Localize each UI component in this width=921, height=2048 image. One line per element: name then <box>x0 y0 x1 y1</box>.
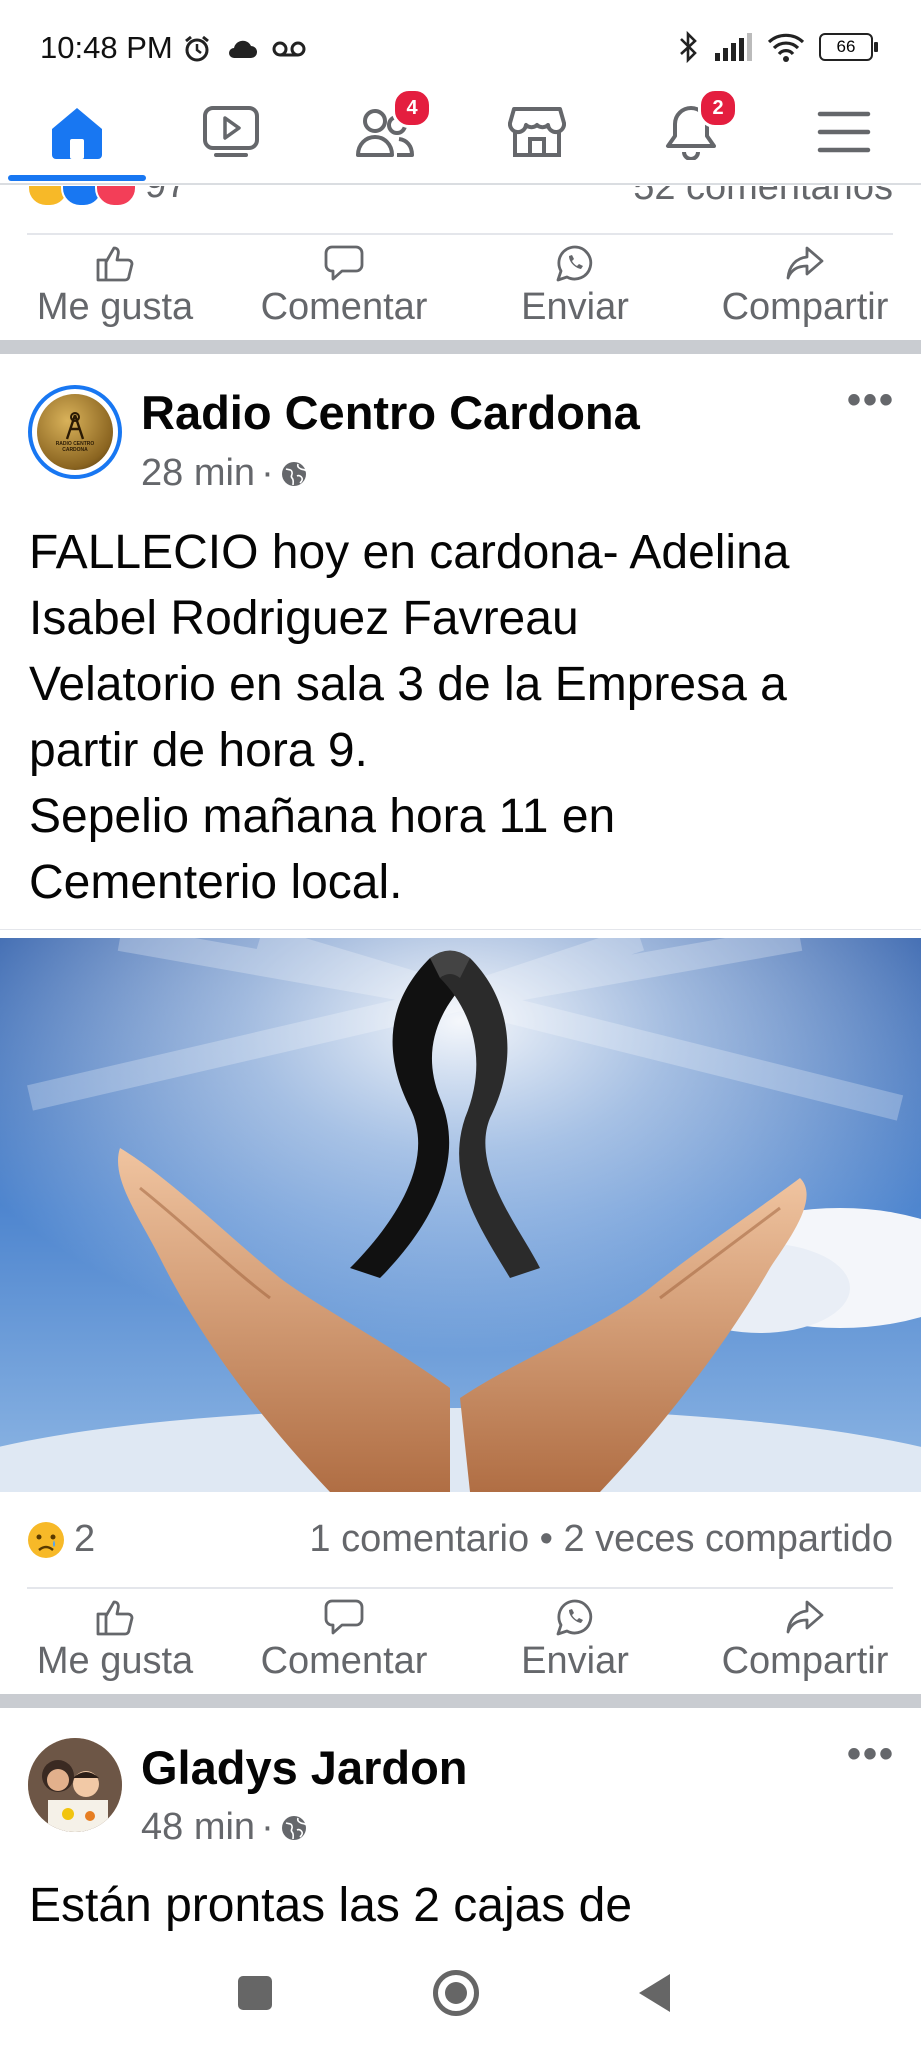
post2-more-button[interactable]: ••• <box>847 1732 895 1777</box>
post1-send-button[interactable]: Enviar <box>465 1598 685 1683</box>
cloud-icon <box>229 40 257 58</box>
post1-stats[interactable]: 1 comentario • 2 veces compartido <box>309 1518 893 1561</box>
like-icon <box>96 1600 134 1636</box>
globe-icon <box>281 1815 307 1840</box>
notifications-badge: 2 <box>698 88 738 128</box>
post1-share-button[interactable]: Compartir <box>695 1598 915 1683</box>
love-reaction-icon <box>95 186 137 207</box>
post1-avatar[interactable]: RADIO CENTRO CARDONA <box>28 385 122 479</box>
tab-friends[interactable]: 4 <box>308 80 462 184</box>
voicemail-icon <box>272 41 306 57</box>
sad-reaction-icon <box>28 1521 64 1558</box>
prev-divider <box>27 233 893 235</box>
post1-reactions[interactable]: 2 <box>26 1518 95 1561</box>
prev-like-button[interactable]: Me gusta <box>5 244 225 329</box>
status-time: 10:48 PM <box>40 30 173 65</box>
prev-comment-button[interactable]: Comentar <box>234 244 454 329</box>
post1-image[interactable] <box>0 938 921 1492</box>
marketplace-icon <box>508 107 566 157</box>
tab-home[interactable] <box>0 80 154 184</box>
post1-time[interactable]: 28 min <box>141 452 255 495</box>
mourning-ribbon-hands-image <box>0 938 921 1492</box>
wifi-icon <box>767 33 805 62</box>
whatsapp-icon <box>556 245 593 282</box>
top-nav: 4 2 <box>0 80 921 184</box>
recents-button[interactable] <box>238 1976 272 2010</box>
prev-share-button[interactable]: Compartir <box>695 244 915 329</box>
prev-reactions[interactable]: 97 <box>27 186 187 207</box>
tab-marketplace[interactable] <box>460 80 614 184</box>
post-separator <box>0 340 921 354</box>
post-separator <box>0 1694 921 1708</box>
nav-divider <box>0 183 921 185</box>
globe-icon <box>281 461 307 486</box>
comment-icon <box>324 1599 364 1635</box>
post2-time[interactable]: 48 min <box>141 1806 255 1849</box>
comment-label: Comentar <box>260 1640 428 1682</box>
prev-post-summary: 97 52 comentarios <box>0 186 921 216</box>
send-label: Enviar <box>521 286 629 328</box>
alarm-icon <box>185 35 209 62</box>
share-icon <box>786 1600 824 1634</box>
tab-menu[interactable] <box>767 80 921 184</box>
radio-logo-text: RADIO CENTRO CARDONA <box>55 441 95 453</box>
comment-icon <box>324 245 364 281</box>
comment-label: Comentar <box>260 286 428 328</box>
share-label: Compartir <box>721 1640 889 1682</box>
tab-notifications[interactable]: 2 <box>614 80 768 184</box>
post1-comment-button[interactable]: Comentar <box>234 1598 454 1683</box>
post1-divider <box>27 1587 893 1589</box>
home-icon <box>52 108 102 159</box>
post1-reaction-count: 2 <box>74 1518 96 1560</box>
signal-icon <box>715 33 752 61</box>
menu-icon <box>817 111 871 153</box>
like-label: Me gusta <box>36 286 194 328</box>
status-icons-left <box>182 34 306 64</box>
post1-meta: 28 min · <box>141 452 308 495</box>
home-button[interactable] <box>433 1970 479 2016</box>
prev-send-button[interactable]: Enviar <box>465 244 685 329</box>
active-tab-indicator <box>8 175 146 181</box>
whatsapp-icon <box>556 1599 593 1636</box>
like-icon <box>96 246 134 282</box>
post2-text: Están prontas las 2 cajas de <box>29 1879 633 1932</box>
like-label: Me gusta <box>36 1640 194 1682</box>
post1-like-button[interactable]: Me gusta <box>5 1598 225 1683</box>
meta-dot: · <box>261 452 274 494</box>
battery-icon: 66 <box>819 33 878 61</box>
prev-action-bar: Me gusta Comentar Enviar Compartir <box>0 244 921 336</box>
send-label: Enviar <box>521 1640 629 1682</box>
image-top-border <box>0 929 921 930</box>
status-icons-right: 66 <box>677 30 878 64</box>
home-button-dot <box>445 1982 467 2004</box>
bluetooth-icon <box>680 30 697 64</box>
video-icon <box>203 106 259 157</box>
tab-video[interactable] <box>154 80 308 184</box>
meta-dot: · <box>261 1806 274 1848</box>
post2-meta: 48 min · <box>141 1806 308 1849</box>
share-label: Compartir <box>721 286 889 328</box>
post1-author[interactable]: Radio Centro Cardona <box>141 385 640 440</box>
back-button[interactable] <box>636 1972 672 2014</box>
post1-more-button[interactable]: ••• <box>847 378 895 423</box>
post2-avatar[interactable] <box>28 1738 122 1832</box>
radio-logo-icon: RADIO CENTRO CARDONA <box>37 394 113 470</box>
post2-author[interactable]: Gladys Jardon <box>141 1740 468 1795</box>
post1-action-bar: Me gusta Comentar Enviar Compartir <box>0 1598 921 1690</box>
prev-comments-count[interactable]: 52 comentarios <box>633 186 893 209</box>
share-icon <box>786 246 824 280</box>
post1-text: FALLECIO hoy en cardona- Adelina Isabel … <box>29 526 790 909</box>
android-nav-bar <box>0 1948 921 2048</box>
friends-badge: 4 <box>392 88 432 128</box>
prev-reaction-count: 97 <box>145 186 187 207</box>
profile-photo-icon <box>28 1738 122 1832</box>
